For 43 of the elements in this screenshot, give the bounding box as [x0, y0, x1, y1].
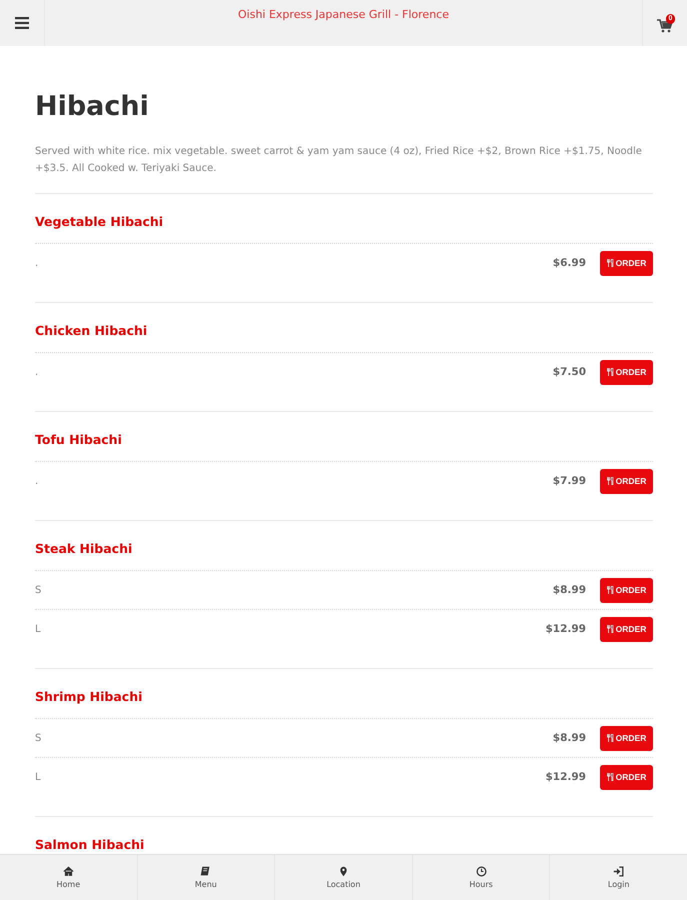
- book-icon: [200, 866, 212, 877]
- item-name: Tofu Hibachi: [35, 412, 653, 462]
- order-button[interactable]: ORDER: [600, 360, 653, 384]
- price: $7.99: [552, 475, 586, 487]
- option-label: S: [35, 584, 42, 596]
- price: $8.99: [552, 584, 586, 596]
- utensils-icon: [606, 773, 614, 781]
- option-label: .: [35, 258, 40, 268]
- utensils-icon: [606, 586, 614, 594]
- option-label: S: [35, 732, 42, 744]
- utensils-icon: [606, 259, 614, 267]
- order-button[interactable]: ORDER: [600, 578, 653, 602]
- price: $12.99: [545, 771, 586, 783]
- price: $8.99: [552, 732, 586, 744]
- clock-icon: [476, 866, 487, 877]
- item-name: Steak Hibachi: [35, 521, 653, 571]
- item-name: Shrimp Hibachi: [35, 669, 653, 719]
- item-name: Vegetable Hibachi: [35, 194, 653, 244]
- menu-icon: [15, 17, 29, 29]
- cart-icon: [657, 19, 673, 33]
- home-icon: [62, 866, 74, 877]
- order-button[interactable]: ORDER: [600, 764, 653, 790]
- option-label: .: [35, 476, 40, 486]
- utensils-icon: [606, 477, 614, 485]
- restaurant-title: Oishi Express Japanese Grill - Florence: [238, 8, 449, 22]
- price: $7.50: [552, 366, 586, 378]
- option-label: L: [35, 624, 42, 634]
- order-button[interactable]: ORDER: [600, 468, 653, 494]
- order-button[interactable]: ORDER: [600, 250, 653, 276]
- price: $12.99: [545, 623, 586, 635]
- order-button[interactable]: ORDER: [600, 726, 653, 750]
- login-icon: [613, 866, 624, 877]
- option-label: .: [35, 366, 40, 378]
- pin-icon: [338, 866, 349, 877]
- utensils-icon: [606, 625, 614, 633]
- category-title: Hibachi: [35, 90, 150, 124]
- item-name: Chicken Hibachi: [35, 303, 653, 353]
- utensils-icon: [606, 368, 614, 376]
- order-button[interactable]: ORDER: [600, 616, 653, 642]
- utensils-icon: [606, 734, 614, 742]
- option-label: L: [35, 772, 42, 782]
- category-description: Served with white rice. mix vegetable. sweet carrot & yam yam sauce (4 oz), Fried Rice +$2, Brown Rice +$1.75, Noodle +$3.5. All Cooked w. Teriyaki Sauce.: [35, 143, 653, 194]
- price: $6.99: [552, 257, 586, 269]
